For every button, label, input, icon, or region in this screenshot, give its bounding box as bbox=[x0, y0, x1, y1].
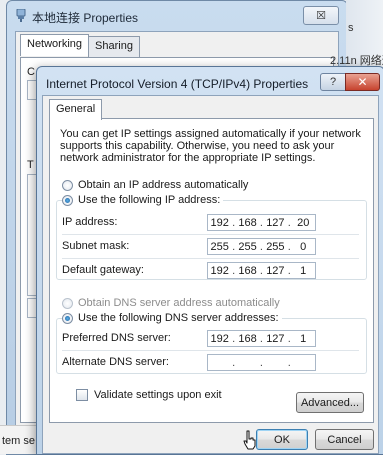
subnet-mask-label: Subnet mask: bbox=[62, 240, 130, 252]
ipv4-properties-dialog: Internet Protocol Version 4 (TCP/IPv4) P… bbox=[36, 66, 383, 455]
cancel-button[interactable]: Cancel bbox=[315, 429, 374, 450]
use-following-dns-label: Use the following DNS server addresses: bbox=[78, 312, 279, 324]
alternate-dns-input[interactable]: . . . bbox=[207, 354, 316, 371]
network-adapter-icon bbox=[15, 8, 27, 26]
close-icon: ☒ bbox=[316, 10, 326, 22]
ip-address-label: IP address: bbox=[62, 216, 118, 228]
advanced-button[interactable]: Advanced... bbox=[296, 392, 364, 413]
this-connection-fragment: T bbox=[27, 159, 34, 171]
dialog-close-button[interactable]: ✕ bbox=[345, 73, 380, 91]
ok-button[interactable]: OK bbox=[256, 429, 308, 450]
validate-settings-checkbox-row[interactable]: Validate settings upon exit bbox=[76, 389, 222, 401]
dns1-octet-1[interactable]: 192 bbox=[209, 333, 231, 345]
alternate-dns-row: Alternate DNS server: . . . bbox=[62, 354, 359, 371]
gateway-octet-1[interactable]: 192 bbox=[209, 265, 231, 277]
background-title-bar: 本地连接 Properties bbox=[15, 8, 139, 26]
right-fragment-text: s bbox=[348, 22, 354, 34]
dns1-octet-3[interactable]: 127 bbox=[264, 333, 286, 345]
default-gateway-input[interactable]: 192. 168. 127. 1 bbox=[207, 262, 316, 279]
use-following-ip-label: Use the following IP address: bbox=[78, 194, 221, 206]
background-window-title: 本地连接 Properties bbox=[32, 10, 139, 25]
status-fragment: tem se bbox=[2, 435, 36, 447]
help-button[interactable]: ? bbox=[320, 73, 346, 91]
alternate-dns-label: Alternate DNS server: bbox=[62, 356, 169, 368]
radio-button[interactable] bbox=[62, 179, 73, 191]
obtain-dns-auto-label: Obtain DNS server address automatically bbox=[78, 297, 280, 309]
mask-octet-2[interactable]: 255 bbox=[237, 241, 259, 253]
row-divider bbox=[62, 350, 359, 351]
use-following-dns-radio[interactable]: Use the following DNS server addresses: bbox=[62, 312, 282, 324]
tab-networking[interactable]: Networking bbox=[20, 34, 90, 56]
validate-settings-checkbox[interactable] bbox=[76, 389, 88, 401]
obtain-ip-auto-label: Obtain an IP address automatically bbox=[78, 179, 249, 191]
connect-using-fragment: C bbox=[27, 66, 35, 78]
background-close-button[interactable]: ☒ bbox=[303, 6, 339, 25]
gateway-octet-4[interactable]: 1 bbox=[292, 265, 314, 277]
mask-octet-1[interactable]: 255 bbox=[209, 241, 231, 253]
ip-octet-1[interactable]: 192 bbox=[209, 217, 231, 229]
dns1-octet-2[interactable]: 168 bbox=[237, 333, 259, 345]
mask-octet-4[interactable]: 0 bbox=[292, 241, 314, 253]
obtain-ip-auto-radio[interactable]: Obtain an IP address automatically bbox=[62, 179, 248, 191]
row-divider bbox=[62, 234, 359, 235]
use-following-ip-radio[interactable]: Use the following IP address: bbox=[62, 194, 224, 206]
hand-pointer-icon bbox=[243, 430, 257, 450]
tab-sharing[interactable]: Sharing bbox=[88, 36, 140, 58]
default-gateway-label: Default gateway: bbox=[62, 264, 144, 276]
intro-text: You can get IP settings assigned automat… bbox=[60, 128, 361, 164]
default-gateway-row: Default gateway: 192. 168. 127. 1 bbox=[62, 262, 359, 279]
radio-button[interactable] bbox=[62, 312, 73, 324]
tab-general[interactable]: General bbox=[49, 99, 103, 120]
background-tab-strip: Networking Sharing bbox=[20, 34, 140, 58]
status-strip: tem se bbox=[0, 425, 40, 454]
gateway-octet-2[interactable]: 168 bbox=[237, 265, 259, 277]
dialog-title: Internet Protocol Version 4 (TCP/IPv4) P… bbox=[46, 77, 309, 91]
mask-octet-3[interactable]: 255 bbox=[264, 241, 286, 253]
general-tab-panel: You can get IP settings assigned automat… bbox=[49, 118, 374, 423]
close-icon: ✕ bbox=[357, 75, 368, 89]
dns1-octet-4[interactable]: 1 bbox=[292, 333, 314, 345]
ip-address-input[interactable]: 192. 168. 127. 20 bbox=[207, 214, 316, 231]
subnet-mask-row: Subnet mask: 255. 255. 255. 0 bbox=[62, 238, 359, 255]
ip-octet-4[interactable]: 20 bbox=[292, 217, 314, 229]
radio-button[interactable] bbox=[62, 194, 73, 206]
radio-button[interactable] bbox=[62, 297, 73, 309]
ip-octet-2[interactable]: 168 bbox=[237, 217, 259, 229]
preferred-dns-input[interactable]: 192. 168. 127. 1 bbox=[207, 330, 316, 347]
validate-settings-label: Validate settings upon exit bbox=[94, 389, 222, 401]
preferred-dns-row: Preferred DNS server: 192. 168. 127. 1 bbox=[62, 330, 359, 347]
subnet-mask-input[interactable]: 255. 255. 255. 0 bbox=[207, 238, 316, 255]
ip-address-row: IP address: 192. 168. 127. 20 bbox=[62, 214, 359, 231]
preferred-dns-label: Preferred DNS server: bbox=[62, 332, 171, 344]
row-divider bbox=[62, 258, 359, 259]
obtain-dns-auto-radio[interactable]: Obtain DNS server address automatically bbox=[62, 297, 280, 309]
dialog-body: General You can get IP settings assigned… bbox=[42, 95, 379, 454]
question-mark-icon: ? bbox=[329, 76, 337, 88]
gateway-octet-3[interactable]: 127 bbox=[264, 265, 286, 277]
ip-octet-3[interactable]: 127 bbox=[264, 217, 286, 229]
